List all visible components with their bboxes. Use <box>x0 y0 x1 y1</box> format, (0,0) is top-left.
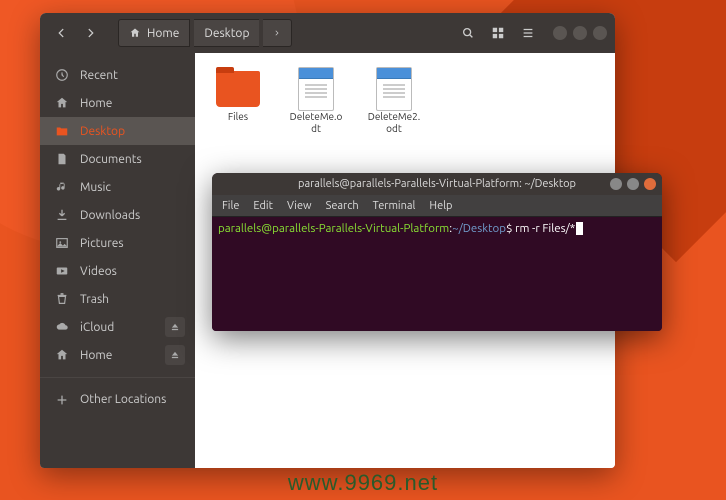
terminal-close-button[interactable] <box>644 178 656 190</box>
cursor <box>576 222 583 235</box>
prompt-user: parallels <box>218 222 261 235</box>
video-icon <box>54 263 70 279</box>
cloud-icon <box>54 319 70 335</box>
eject-button[interactable] <box>165 345 185 365</box>
path-current[interactable]: Desktop <box>194 19 259 47</box>
prompt-command: rm -r Files/* <box>515 222 575 235</box>
path-home[interactable]: Home <box>118 19 190 47</box>
forward-button[interactable] <box>78 20 104 46</box>
file-manager-header: Home Desktop <box>40 13 615 53</box>
terminal-title: parallels@parallels-Parallels-Virtual-Pl… <box>298 178 576 190</box>
prompt-host: parallels-Parallels-Virtual-Platform <box>272 222 449 235</box>
menu-view[interactable]: View <box>287 200 312 212</box>
menu-file[interactable]: File <box>222 200 239 212</box>
sidebar-item-label: Desktop <box>80 125 125 138</box>
back-button[interactable] <box>48 20 74 46</box>
sidebar-item-label: Recent <box>80 69 118 82</box>
sidebar-item-label: Music <box>80 181 111 194</box>
sidebar-item-icloud[interactable]: iCloud <box>40 313 195 341</box>
menu-search[interactable]: Search <box>326 200 359 212</box>
eject-button[interactable] <box>165 317 185 337</box>
file-item-deleteme-odt[interactable]: DeleteMe.odt <box>287 67 345 135</box>
download-icon <box>54 207 70 223</box>
terminal-minimize-button[interactable] <box>610 178 622 190</box>
menu-terminal[interactable]: Terminal <box>373 200 416 212</box>
plus-icon <box>54 392 70 408</box>
sidebar-item-label: Videos <box>80 265 117 278</box>
sidebar: Recent Home Desktop Documents Music Downloads… <box>40 53 195 468</box>
path-home-label: Home <box>147 27 179 40</box>
sidebar-item-videos[interactable]: Videos <box>40 257 195 285</box>
terminal-titlebar[interactable]: parallels@parallels-Parallels-Virtual-Pl… <box>212 173 662 195</box>
home-icon <box>54 95 70 111</box>
folder-icon <box>54 123 70 139</box>
prompt-path: ~/Desktop <box>452 222 506 235</box>
sidebar-item-label: Pictures <box>80 237 124 250</box>
sidebar-item-label: iCloud <box>80 321 114 334</box>
doc-icon <box>54 151 70 167</box>
trash-icon <box>54 291 70 307</box>
view-grid-button[interactable] <box>485 20 511 46</box>
menu-edit[interactable]: Edit <box>253 200 273 212</box>
file-item-deleteme2-odt[interactable]: DeleteMe2.odt <box>365 67 423 135</box>
file-label: DeleteMe.odt <box>287 111 345 135</box>
document-icon <box>376 67 412 111</box>
maximize-button[interactable] <box>573 26 587 40</box>
sidebar-item-recent[interactable]: Recent <box>40 61 195 89</box>
folder-icon <box>216 71 260 107</box>
sidebar-item-music[interactable]: Music <box>40 173 195 201</box>
watermark: www.9969.net <box>0 470 726 496</box>
sidebar-item-home[interactable]: Home <box>40 341 195 369</box>
sidebar-item-label: Home <box>80 97 112 110</box>
sidebar-item-trash[interactable]: Trash <box>40 285 195 313</box>
file-label: Files <box>228 111 248 123</box>
terminal-menubar: File Edit View Search Terminal Help <box>212 195 662 217</box>
sidebar-item-label: Documents <box>80 153 142 166</box>
sidebar-item-downloads[interactable]: Downloads <box>40 201 195 229</box>
search-button[interactable] <box>455 20 481 46</box>
close-button[interactable] <box>593 26 607 40</box>
home-icon <box>54 347 70 363</box>
clock-icon <box>54 67 70 83</box>
sidebar-item-label: Downloads <box>80 209 140 222</box>
terminal-body[interactable]: parallels@parallels-Parallels-Virtual-Pl… <box>212 217 662 331</box>
sidebar-item-documents[interactable]: Documents <box>40 145 195 173</box>
path-more[interactable] <box>263 19 292 47</box>
picture-icon <box>54 235 70 251</box>
hamburger-button[interactable] <box>515 20 541 46</box>
minimize-button[interactable] <box>553 26 567 40</box>
sidebar-item-pictures[interactable]: Pictures <box>40 229 195 257</box>
terminal-window: parallels@parallels-Parallels-Virtual-Pl… <box>212 173 662 331</box>
sidebar-item-label: Trash <box>80 293 109 306</box>
sidebar-item-desktop[interactable]: Desktop <box>40 117 195 145</box>
sidebar-item-other-locations[interactable]: Other Locations <box>40 377 195 413</box>
file-label: DeleteMe2.odt <box>365 111 423 135</box>
menu-help[interactable]: Help <box>429 200 452 212</box>
file-item-files[interactable]: Files <box>209 67 267 123</box>
sidebar-item-label: Home <box>80 349 112 362</box>
document-icon <box>298 67 334 111</box>
sidebar-item-home[interactable]: Home <box>40 89 195 117</box>
sidebar-item-label: Other Locations <box>80 393 166 406</box>
terminal-maximize-button[interactable] <box>627 178 639 190</box>
music-icon <box>54 179 70 195</box>
